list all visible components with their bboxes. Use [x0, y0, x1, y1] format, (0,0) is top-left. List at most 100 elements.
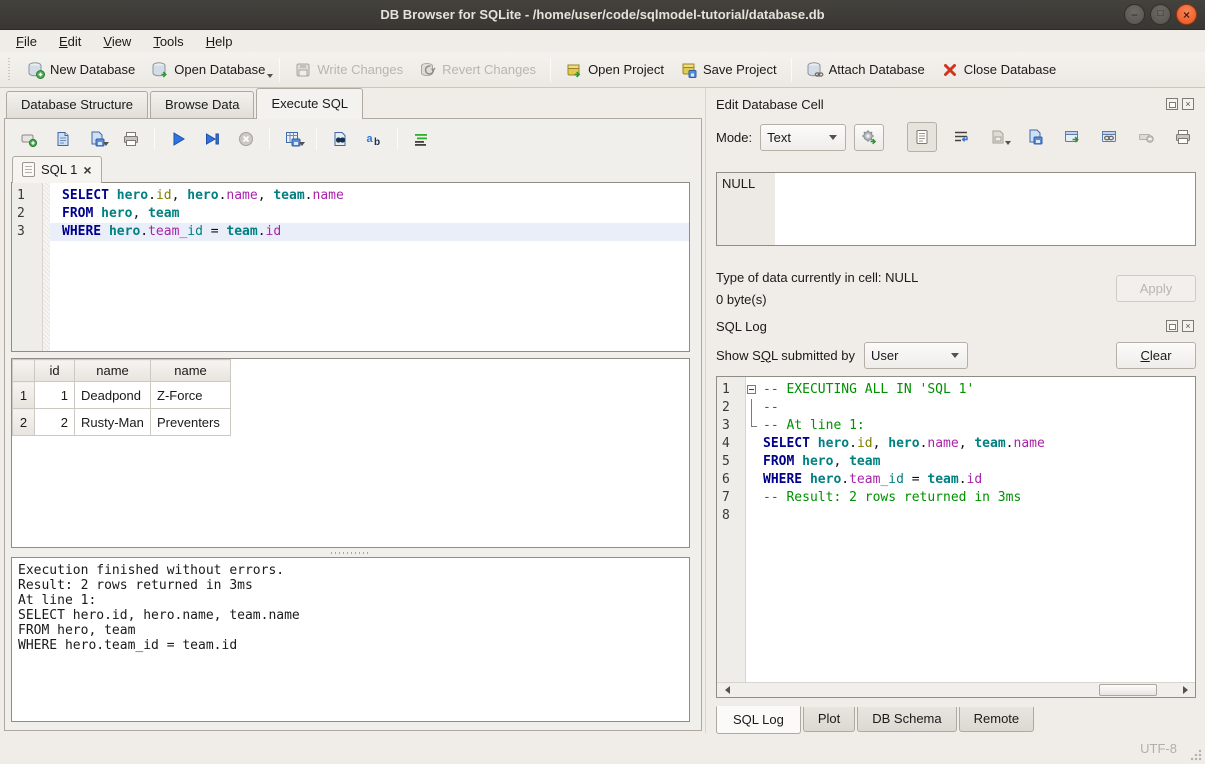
open-project-icon	[565, 61, 583, 79]
open-database-button[interactable]: Open Database	[143, 57, 273, 83]
format-sql-button[interactable]	[409, 127, 433, 151]
new-database-button[interactable]: New Database	[19, 57, 143, 83]
close-panel-icon[interactable]: ×	[1182, 98, 1194, 110]
menu-view[interactable]: View	[93, 32, 141, 51]
sql-log-line: 8	[717, 507, 1195, 525]
fold-marker[interactable]	[745, 399, 761, 417]
execute-all-button[interactable]	[166, 127, 190, 151]
float-panel-icon[interactable]	[1166, 98, 1178, 110]
right-panel: Edit Database Cell × Mode: Text	[706, 88, 1205, 733]
toolbar-separator	[791, 58, 792, 82]
sql-tab-bar: SQL 1 ×	[11, 153, 690, 182]
close-button[interactable]: ×	[1176, 4, 1197, 25]
cell-value-editor[interactable]: NULL	[716, 172, 1196, 246]
dock-tab-db-schema[interactable]: DB Schema	[857, 707, 956, 732]
status-bar: UTF-8	[0, 733, 1205, 764]
chevron-down-icon	[951, 353, 959, 362]
replace-icon: ab	[365, 130, 383, 148]
menu-help[interactable]: Help	[196, 32, 243, 51]
result-cell[interactable]: Preventers	[151, 409, 231, 436]
results-grid[interactable]: idnamename11DeadpondZ-Force22Rusty-ManPr…	[11, 358, 690, 548]
dock-tab-remote[interactable]: Remote	[959, 707, 1035, 732]
close-database-button[interactable]: Close Database	[933, 57, 1065, 83]
maximize-button[interactable]: □	[1150, 4, 1171, 25]
open-sql-file-button[interactable]	[51, 127, 75, 151]
execute-line-button[interactable]	[200, 127, 224, 151]
menu-file[interactable]: File	[6, 32, 47, 51]
save-results-dropdown-icon[interactable]	[299, 142, 305, 149]
save-results-button[interactable]	[281, 127, 305, 151]
clear-log-button[interactable]: Clear	[1116, 342, 1196, 369]
new-database-icon	[27, 61, 45, 79]
fold-marker[interactable]	[745, 417, 761, 435]
sql-editor[interactable]: 1SELECT hero.id, hero.name, team.name2FR…	[11, 182, 690, 352]
close-panel-icon[interactable]: ×	[1182, 320, 1194, 332]
tab-database-structure[interactable]: Database Structure	[6, 91, 148, 118]
text-mode-button[interactable]	[907, 122, 937, 152]
result-cell[interactable]: 2	[35, 409, 75, 436]
open-project-button[interactable]: Open Project	[557, 57, 672, 83]
menu-tools[interactable]: Tools	[143, 32, 193, 51]
dock-tab-sql-log[interactable]: SQL Log	[716, 706, 801, 734]
tab-browse-data[interactable]: Browse Data	[150, 91, 254, 118]
toolbar-drag-handle[interactable]	[8, 58, 15, 82]
scroll-right-button[interactable]	[1179, 683, 1195, 697]
print-button[interactable]	[119, 127, 143, 151]
float-panel-icon[interactable]	[1166, 320, 1178, 332]
column-header-name[interactable]: name	[75, 360, 151, 382]
application-window: DB Browser for SQLite - /home/user/code/…	[0, 0, 1205, 764]
sql-log-line: 1-- EXECUTING ALL IN 'SQL 1'	[717, 381, 1195, 399]
row-header[interactable]: 2	[13, 409, 35, 436]
result-cell[interactable]: Deadpond	[75, 382, 151, 409]
result-cell[interactable]: Rusty-Man	[75, 409, 151, 436]
results-message-splitter[interactable]	[11, 548, 690, 557]
export-cell-data-button[interactable]	[1022, 124, 1048, 150]
print-cell-button[interactable]	[1170, 124, 1196, 150]
save-file-dropdown-icon[interactable]	[103, 142, 109, 149]
result-cell[interactable]: Z-Force	[151, 382, 231, 409]
result-cell[interactable]: 1	[35, 382, 75, 409]
replace-button[interactable]: ab	[362, 127, 386, 151]
save-project-button[interactable]: Save Project	[672, 57, 785, 83]
copy-link-button[interactable]	[1096, 124, 1122, 150]
log-horizontal-scrollbar[interactable]	[717, 682, 1195, 697]
scrollbar-thumb[interactable]	[1099, 684, 1157, 696]
main-area: Database StructureBrowse DataExecute SQL	[0, 88, 1205, 733]
minimize-button[interactable]: −	[1124, 4, 1145, 25]
open-database-label: Open Database	[174, 62, 265, 77]
scroll-left-button[interactable]	[717, 683, 733, 697]
fold-marker[interactable]	[745, 381, 761, 399]
message-line: Execution finished without errors.	[18, 563, 683, 578]
open-external-button[interactable]	[1059, 124, 1085, 150]
dock-tab-plot[interactable]: Plot	[803, 707, 855, 732]
tab-execute-sql[interactable]: Execute SQL	[256, 88, 363, 119]
import-dropdown-icon	[1005, 141, 1011, 148]
main-tab-bar: Database StructureBrowse DataExecute SQL	[4, 88, 702, 118]
attach-database-button[interactable]: Attach Database	[798, 57, 933, 83]
revert-changes-label: Revert Changes	[442, 62, 536, 77]
submitted-by-select[interactable]: User	[864, 342, 968, 369]
column-header-id[interactable]: id	[35, 360, 75, 382]
cell-value-content[interactable]	[775, 173, 1195, 245]
resize-grip-icon[interactable]	[1190, 749, 1202, 761]
sql-tab[interactable]: SQL 1 ×	[12, 156, 102, 183]
write-changes-label: Write Changes	[317, 62, 403, 77]
sql-log-view[interactable]: 1-- EXECUTING ALL IN 'SQL 1'2--3-- At li…	[716, 376, 1196, 698]
menu-edit[interactable]: Edit	[49, 32, 91, 51]
revert-changes-icon	[419, 61, 437, 79]
open-database-dropdown-icon[interactable]	[267, 74, 273, 81]
toolbar-separator	[316, 128, 317, 150]
apply-button: Apply	[1116, 275, 1196, 302]
open-sql-tab-button[interactable]	[17, 127, 41, 151]
save-sql-file-button[interactable]	[85, 127, 109, 151]
scrollbar-track[interactable]	[733, 683, 1179, 697]
open-tab-icon	[20, 130, 38, 148]
row-header[interactable]: 1	[13, 382, 35, 409]
word-wrap-button[interactable]	[948, 124, 974, 150]
auto-switch-mode-button[interactable]	[854, 124, 884, 151]
gear-icon	[860, 128, 878, 146]
column-header-name[interactable]: name	[151, 360, 231, 382]
mode-select[interactable]: Text	[760, 124, 846, 151]
sql-tab-close-icon[interactable]: ×	[83, 163, 91, 177]
find-button[interactable]	[328, 127, 352, 151]
